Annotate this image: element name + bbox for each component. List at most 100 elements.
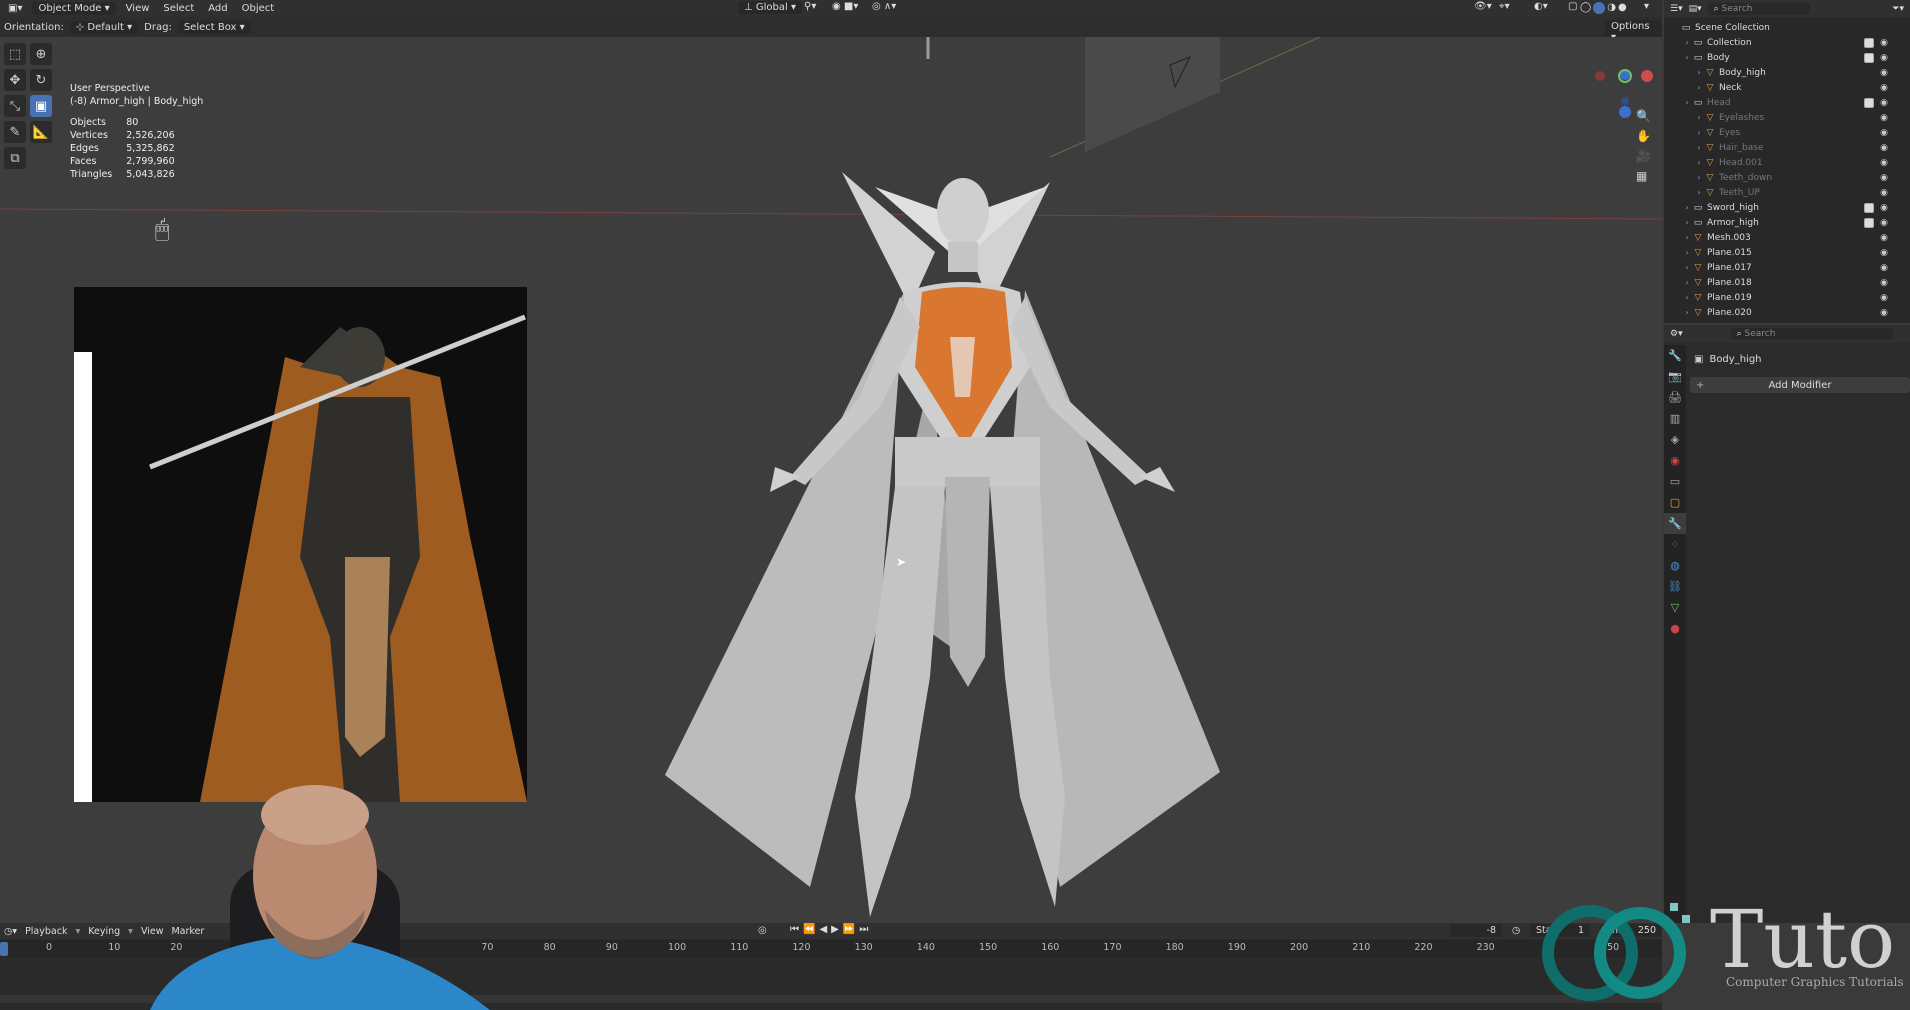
outliner-row[interactable]: › ▽ Neck ◉ — [1670, 80, 1908, 95]
shading-wireframe-icon[interactable]: ◯ — [1580, 2, 1591, 14]
eye-icon[interactable]: ◉ — [1880, 293, 1888, 303]
outliner-row[interactable]: › ▽ Teeth_down ◉ — [1670, 170, 1908, 185]
expand-chevron-icon[interactable]: › — [1682, 53, 1692, 62]
eye-icon[interactable]: ◉ — [1880, 128, 1888, 138]
add-modifier-button[interactable]: + Add Modifier — [1690, 377, 1910, 393]
outliner-row[interactable]: › ▽ Mesh.003 ◉ — [1670, 230, 1908, 245]
outliner-row[interactable]: › ▽ Plane.018 ◉ — [1670, 275, 1908, 290]
outliner-row[interactable]: › ▽ Body_high ◉ — [1670, 65, 1908, 80]
annotate-icon[interactable]: ✎ — [4, 121, 26, 143]
clock-icon[interactable]: ◷ — [1512, 925, 1520, 936]
menu-select[interactable]: Select — [159, 3, 198, 14]
expand-chevron-icon[interactable]: › — [1694, 158, 1704, 167]
expand-chevron-icon[interactable]: › — [1682, 38, 1692, 47]
xray-icon[interactable]: ▢ — [1564, 1, 1581, 12]
timeline-editor-icon[interactable]: ◷▾ — [4, 926, 17, 937]
shading-solid-icon[interactable] — [1593, 2, 1606, 14]
eye-icon[interactable]: ◉ — [1880, 278, 1888, 288]
exclude-checkbox[interactable] — [1864, 37, 1874, 48]
orientation-dropdown[interactable]: ⊹ Default ▾ — [69, 20, 139, 34]
gizmo-x-axis[interactable] — [1641, 70, 1653, 82]
add-cube-icon[interactable]: ⧉ — [4, 147, 26, 169]
outliner-row[interactable]: › ▽ Plane.020 ◉ — [1670, 305, 1908, 320]
tool-tab-icon[interactable]: 🔧 — [1664, 345, 1686, 366]
shading-rendered-icon[interactable]: ● — [1618, 2, 1627, 14]
output-tab-icon[interactable]: 🖨 — [1664, 387, 1686, 408]
exclude-checkbox[interactable] — [1864, 97, 1874, 108]
outliner-row[interactable]: › ▽ Hair_base ◉ — [1670, 140, 1908, 155]
outliner-row[interactable]: › ▭ Collection ◉ — [1670, 35, 1908, 50]
eye-icon[interactable]: ◉ — [1880, 248, 1888, 258]
exclude-checkbox[interactable] — [1864, 217, 1874, 228]
eye-icon[interactable]: ◉ — [1880, 218, 1888, 228]
eye-icon[interactable]: ◉ — [1880, 68, 1888, 78]
visibility-icon[interactable]: 👁▾ — [1470, 1, 1496, 12]
eye-icon[interactable]: ◉ — [1880, 233, 1888, 243]
play-icon[interactable]: ▶ — [831, 924, 839, 935]
scene-tab-icon[interactable]: ◈ — [1664, 429, 1686, 450]
properties-editor-icon[interactable]: ⚙▾ — [1670, 329, 1683, 339]
expand-chevron-icon[interactable]: › — [1682, 263, 1692, 272]
object-tab-icon[interactable]: ▢ — [1664, 492, 1686, 513]
shading-dropdown-icon[interactable]: ▾ — [1640, 1, 1653, 12]
eye-icon[interactable]: ◉ — [1880, 308, 1888, 318]
filter-icon[interactable]: ⏷▾ — [1892, 4, 1904, 14]
expand-chevron-icon[interactable]: › — [1682, 278, 1692, 287]
zoom-icon[interactable]: 🔍 — [1636, 109, 1651, 123]
exclude-checkbox[interactable] — [1864, 202, 1874, 213]
material-tab-icon[interactable]: ● — [1664, 618, 1686, 639]
outliner-row[interactable]: › ▽ Eyelashes ◉ — [1670, 110, 1908, 125]
next-keyframe-icon[interactable]: ⏩ — [843, 924, 855, 935]
cursor-icon[interactable]: ⊕ — [30, 43, 52, 65]
move-icon[interactable]: ✥ — [4, 69, 26, 91]
expand-chevron-icon[interactable]: › — [1694, 68, 1704, 77]
display-mode-icon[interactable]: ▤▾ — [1689, 4, 1702, 14]
expand-chevron-icon[interactable]: › — [1694, 83, 1704, 92]
outliner-row[interactable]: › ▭ Head ◉ — [1670, 95, 1908, 110]
jump-start-icon[interactable]: ⏮ — [790, 924, 799, 935]
outliner-row[interactable]: › ▭ Body ◉ — [1670, 50, 1908, 65]
eye-icon[interactable]: ◉ — [1880, 98, 1888, 108]
menu-add[interactable]: Add — [204, 3, 231, 14]
expand-chevron-icon[interactable]: › — [1682, 293, 1692, 302]
constraints-tab-icon[interactable]: ⛓ — [1664, 576, 1686, 597]
proportional-edit-icon[interactable]: ◎ ∧▾ — [868, 1, 900, 12]
expand-chevron-icon[interactable]: › — [1694, 188, 1704, 197]
shading-material-icon[interactable]: ◑ — [1607, 2, 1616, 14]
outliner-row[interactable]: › ▽ Plane.017 ◉ — [1670, 260, 1908, 275]
eye-icon[interactable]: ◉ — [1880, 263, 1888, 273]
expand-chevron-icon[interactable]: › — [1682, 98, 1692, 107]
record-icon[interactable]: ◎ — [758, 925, 767, 936]
pivot-icon[interactable]: ⚲▾ — [800, 1, 820, 12]
rotate-icon[interactable]: ↻ — [30, 69, 52, 91]
outliner-row[interactable]: ▭ Scene Collection — [1670, 20, 1908, 35]
gizmo-z-axis[interactable] — [1619, 106, 1631, 118]
exclude-checkbox[interactable] — [1864, 52, 1874, 63]
expand-chevron-icon[interactable]: › — [1694, 113, 1704, 122]
expand-chevron-icon[interactable]: › — [1694, 143, 1704, 152]
pan-icon[interactable]: ✋ — [1636, 129, 1651, 143]
eye-icon[interactable]: ◉ — [1880, 143, 1888, 153]
expand-chevron-icon[interactable]: › — [1682, 218, 1692, 227]
gizmo-icon[interactable]: ⌖▾ — [1495, 1, 1514, 12]
eye-icon[interactable]: ◉ — [1880, 113, 1888, 123]
playhead[interactable] — [0, 942, 8, 956]
current-frame-field[interactable]: -8 — [1450, 924, 1502, 937]
expand-chevron-icon[interactable]: › — [1694, 173, 1704, 182]
physics-tab-icon[interactable]: ◍ — [1664, 555, 1686, 576]
menu-view[interactable]: View — [122, 3, 154, 14]
camera-view-icon[interactable]: 🎥 — [1636, 149, 1651, 163]
gizmo-neg-x[interactable] — [1595, 71, 1605, 81]
keying-menu[interactable]: Keying — [88, 926, 120, 937]
editor-type-icon[interactable]: ▣▾ — [4, 3, 26, 14]
outliner-row[interactable]: › ▽ Plane.019 ◉ — [1670, 290, 1908, 305]
outliner-row[interactable]: › ▽ Teeth_UP ◉ — [1670, 185, 1908, 200]
mode-dropdown[interactable]: Object Mode ▾ — [32, 2, 116, 15]
measure-icon[interactable]: 📐 — [30, 121, 52, 143]
outliner-row[interactable]: › ▭ Sword_high ◉ — [1670, 200, 1908, 215]
outliner-editor-icon[interactable]: ☰▾ — [1670, 4, 1683, 14]
outliner-search-input[interactable]: ⌕ Search — [1707, 2, 1810, 15]
properties-search-input[interactable]: ⌕ Search — [1730, 328, 1893, 340]
outliner-row[interactable]: › ▽ Head.001 ◉ — [1670, 155, 1908, 170]
expand-chevron-icon[interactable]: › — [1682, 203, 1692, 212]
